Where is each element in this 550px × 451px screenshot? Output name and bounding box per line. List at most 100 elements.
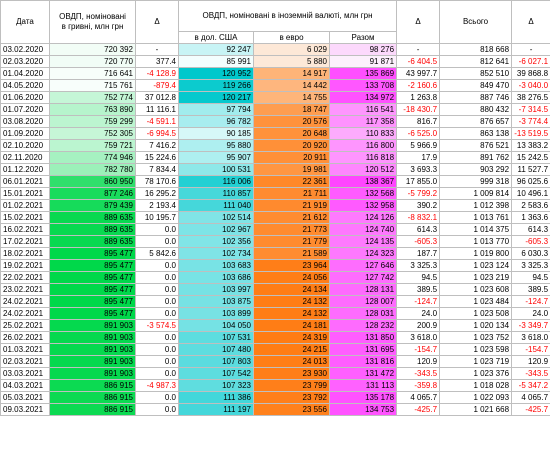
fx-total-header: Разом xyxy=(328,31,398,44)
total-cell: 999 318 xyxy=(439,175,513,188)
delta-fx-cell: 3 325.3 xyxy=(396,259,441,272)
delta-fx-cell: -5 799.2 xyxy=(396,187,441,200)
delta-uah-cell: 0.0 xyxy=(135,331,179,344)
delta-total-cell: 15 242.5 xyxy=(511,151,550,164)
fx-total-cell: 127 742 xyxy=(328,271,398,284)
uah-cell: 895 477 xyxy=(49,247,136,260)
uah-header: ОВДП, номіновані в гривні, млн грн xyxy=(49,0,136,44)
table-row: 09.03.2021 886 915 0.0 111 197 23 556 134 753… xyxy=(0,403,550,416)
uah-cell: 886 915 xyxy=(49,391,136,404)
date-cell: 02.03.2021 xyxy=(0,355,50,368)
delta-total-cell: 2 583.6 xyxy=(511,199,550,212)
eur-header: в евро xyxy=(253,31,330,44)
eur-cell: 18 747 xyxy=(253,103,330,116)
uah-cell: 895 477 xyxy=(49,259,136,272)
eur-cell: 21 773 xyxy=(253,223,330,236)
table-row: 04.03.2021 886 915 -4 987.3 107 323 23 799 13… xyxy=(0,379,550,392)
delta-uah-cell: 5 842.6 xyxy=(135,247,179,260)
table-row: 01.04.2020 716 641 -4 128.9 120 952 14 917 13… xyxy=(0,67,550,80)
total-cell: 887 746 xyxy=(439,91,513,104)
total-cell: 1 019 800 xyxy=(439,247,513,260)
date-cell: 01.09.2020 xyxy=(0,127,50,140)
delta-total-cell: 38 276.5 xyxy=(511,91,550,104)
delta-uah-cell: -6 994.5 xyxy=(135,127,179,140)
delta-uah-cell: 37 012.8 xyxy=(135,91,179,104)
usd-cell: 116 006 xyxy=(178,175,254,188)
eur-cell: 14 917 xyxy=(253,67,330,80)
table-row: 06.01.2021 860 950 78 170.6 116 006 22 361 13… xyxy=(0,175,550,188)
eur-cell: 24 132 xyxy=(253,307,330,320)
date-cell: 04.03.2021 xyxy=(0,379,50,392)
uah-cell: 877 246 xyxy=(49,187,136,200)
table-row: 15.01.2021 877 246 16 295.2 110 857 21 711 13… xyxy=(0,187,550,200)
usd-cell: 97 794 xyxy=(178,103,254,116)
delta-total-cell: -13 519.5 xyxy=(511,127,550,140)
date-cell: 26.02.2021 xyxy=(0,331,50,344)
table-header: Дата ОВДП, номіновані в гривні, млн грн … xyxy=(0,0,550,44)
delta-total-cell: 94.5 xyxy=(511,271,550,284)
total-cell: 1 014 375 xyxy=(439,223,513,236)
fx-total-cell: 117 358 xyxy=(328,115,398,128)
usd-cell: 107 323 xyxy=(178,379,254,392)
total-cell: 876 657 xyxy=(439,115,513,128)
delta-uah-cell: 0.0 xyxy=(135,355,179,368)
table-row: 01.07.2020 763 890 11 116.1 97 794 18 747 116… xyxy=(0,103,550,116)
table-row: 15.02.2021 889 635 10 195.7 102 514 21 612 12… xyxy=(0,211,550,224)
delta-fx-cell: 5 966.9 xyxy=(396,139,441,152)
uah-cell: 891 903 xyxy=(49,331,136,344)
eur-cell: 21 779 xyxy=(253,235,330,248)
delta-uah-cell: 11 116.1 xyxy=(135,103,179,116)
usd-cell: 95 880 xyxy=(178,139,254,152)
uah-cell: 752 305 xyxy=(49,127,136,140)
delta-fx-cell: 120.9 xyxy=(396,355,441,368)
total-cell: 1 022 093 xyxy=(439,391,513,404)
delta-fx-cell: 3 618.0 xyxy=(396,331,441,344)
total-cell: 1 009 814 xyxy=(439,187,513,200)
table-row: 26.02.2021 891 903 0.0 107 531 24 319 131 850… xyxy=(0,331,550,344)
table-row: 01.06.2020 752 774 37 012.8 120 217 14 755 13… xyxy=(0,91,550,104)
eur-cell: 23 930 xyxy=(253,367,330,380)
uah-cell: 886 915 xyxy=(49,379,136,392)
fx-total-cell: 131 472 xyxy=(328,367,398,380)
total-cell: 1 020 134 xyxy=(439,319,513,332)
uah-cell: 860 950 xyxy=(49,175,136,188)
usd-cell: 103 875 xyxy=(178,295,254,308)
total-cell: 1 013 770 xyxy=(439,235,513,248)
delta-total-cell: -3 774.4 xyxy=(511,115,550,128)
eur-cell: 14 755 xyxy=(253,91,330,104)
uah-cell: 759 299 xyxy=(49,115,136,128)
delta-total-cell: 1 363.6 xyxy=(511,211,550,224)
delta-total-header: Δ xyxy=(511,0,550,44)
delta-fx-cell: 614.3 xyxy=(396,223,441,236)
eur-cell: 24 013 xyxy=(253,355,330,368)
usd-cell: 103 683 xyxy=(178,259,254,272)
uah-header-line2: в гривні, млн грн xyxy=(61,22,124,31)
delta-fx-cell: -8 832.1 xyxy=(396,211,441,224)
delta-uah-cell: 16 295.2 xyxy=(135,187,179,200)
fx-total-cell: 131 816 xyxy=(328,355,398,368)
date-cell: 23.02.2021 xyxy=(0,283,50,296)
date-cell: 16.02.2021 xyxy=(0,223,50,236)
delta-uah-cell: 0.0 xyxy=(135,307,179,320)
delta-total-cell: -6 027.1 xyxy=(511,55,550,68)
usd-cell: 120 217 xyxy=(178,91,254,104)
fx-total-cell: 124 126 xyxy=(328,211,398,224)
usd-header: в дол. США xyxy=(178,31,254,44)
delta-uah-cell: -4 591.1 xyxy=(135,115,179,128)
delta-fx-cell: 17 855.0 xyxy=(396,175,441,188)
total-cell: 1 023 598 xyxy=(439,343,513,356)
table-row: 25.02.2021 891 903 -3 574.5 104 050 24 181 12… xyxy=(0,319,550,332)
date-cell: 18.02.2021 xyxy=(0,247,50,260)
usd-cell: 100 531 xyxy=(178,163,254,176)
delta-uah-cell: 0.0 xyxy=(135,343,179,356)
table-row: 16.02.2021 889 635 0.0 102 967 21 773 124 740… xyxy=(0,223,550,236)
delta-fx-cell: 3 693.3 xyxy=(396,163,441,176)
delta-total-cell: 3 618.0 xyxy=(511,331,550,344)
date-cell: 09.03.2021 xyxy=(0,403,50,416)
delta-total-cell: 24.0 xyxy=(511,307,550,320)
fx-total-cell: 124 135 xyxy=(328,235,398,248)
usd-cell: 110 857 xyxy=(178,187,254,200)
date-cell: 15.02.2021 xyxy=(0,211,50,224)
table-row: 03.02.2020 720 392-92 247 6 029 98 276-818 … xyxy=(0,43,550,56)
delta-fx-cell: 200.9 xyxy=(396,319,441,332)
